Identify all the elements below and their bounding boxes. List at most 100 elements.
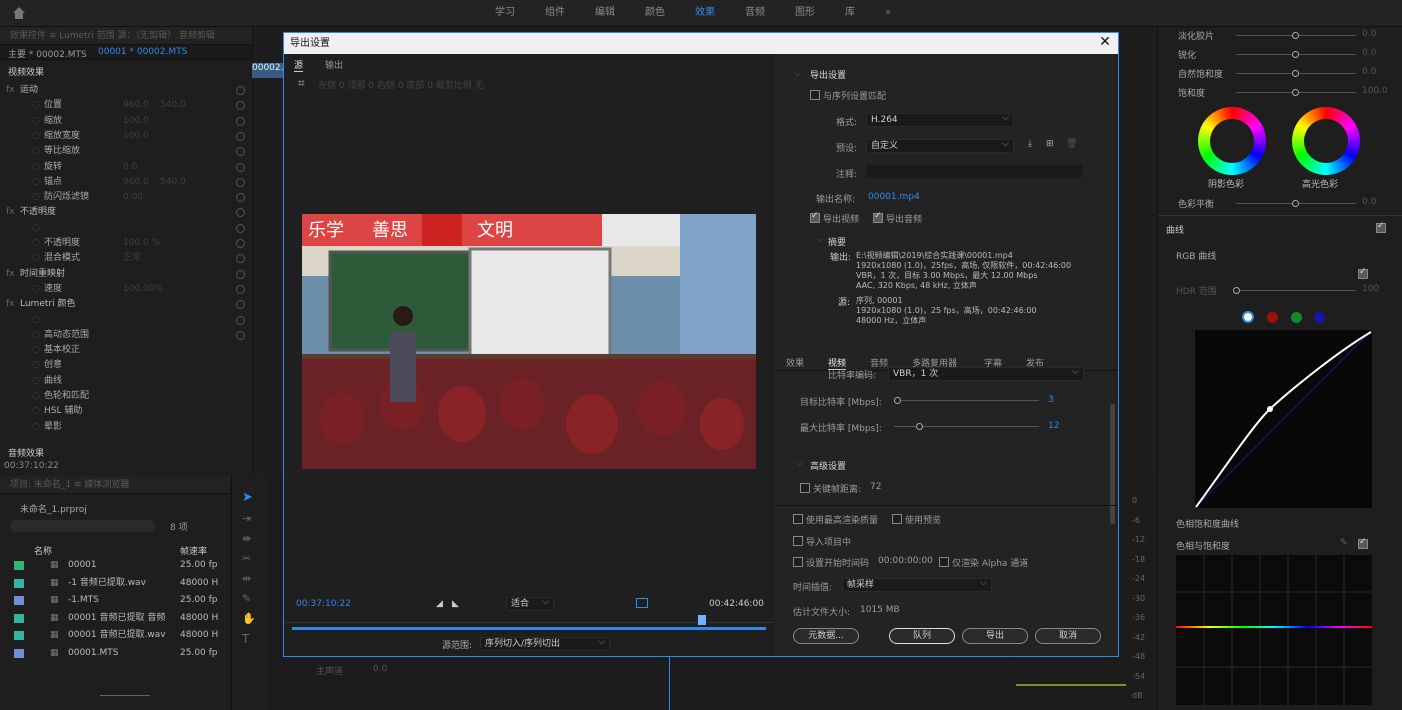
- export-audio-checkbox[interactable]: [873, 211, 883, 223]
- stopwatch-icon[interactable]: ◌: [32, 190, 40, 205]
- crop-icon[interactable]: ⌗: [298, 76, 305, 91]
- slider-knob[interactable]: [1292, 89, 1299, 96]
- workspace-tab[interactable]: 音频: [730, 0, 780, 27]
- reset-icon[interactable]: [236, 193, 245, 203]
- stopwatch-icon[interactable]: ◌: [32, 114, 40, 129]
- project-item[interactable]: ▦ -1 音频已提取.wav 48000 H: [0, 576, 230, 591]
- reset-icon[interactable]: [236, 269, 245, 279]
- selection-tool-icon[interactable]: ➤: [242, 490, 256, 505]
- effect-row[interactable]: ◌ 晕影: [0, 420, 250, 435]
- clip-bar[interactable]: 00002.M: [252, 63, 291, 78]
- effect-row[interactable]: ◌ 高动态范围: [0, 328, 250, 343]
- slider-knob[interactable]: [1292, 70, 1299, 77]
- col-name-header[interactable]: 名称: [34, 544, 52, 557]
- effect-row[interactable]: ◌ 缩放宽度 100.0: [0, 129, 250, 144]
- advanced-chevron-icon[interactable]: ⌵: [796, 459, 803, 469]
- in-timecode[interactable]: 00:37:10:22: [296, 599, 351, 609]
- effect-row[interactable]: ◌ 防闪烁滤镜 0.00: [0, 190, 250, 205]
- effect-row[interactable]: ◌ 速度 100.00%: [0, 282, 250, 297]
- effect-row[interactable]: ◌ 不透明度 100.0 %: [0, 236, 250, 251]
- reset-icon[interactable]: [236, 131, 245, 141]
- effect-row[interactable]: ◌ 缩放 100.0: [0, 114, 250, 129]
- ripple-edit-icon[interactable]: ⇼: [242, 532, 251, 545]
- reset-icon[interactable]: [236, 116, 245, 126]
- shadow-tint-wheel[interactable]: [1198, 107, 1266, 175]
- red-channel-dot[interactable]: [1267, 312, 1278, 323]
- effect-row[interactable]: ◌: [0, 313, 250, 328]
- col-rate-header[interactable]: 帧速率: [180, 544, 207, 557]
- reset-icon[interactable]: [236, 300, 245, 310]
- safe-margins-icon[interactable]: [636, 598, 648, 608]
- effect-row[interactable]: ◌ 位置 960.0 540.0: [0, 98, 250, 113]
- home-icon[interactable]: [12, 6, 26, 20]
- effect-row[interactable]: ◌ 曲线: [0, 374, 250, 389]
- highlight-tint-wheel[interactable]: [1292, 107, 1360, 175]
- reset-icon[interactable]: [236, 147, 245, 157]
- match-sequence-checkbox[interactable]: [810, 90, 820, 100]
- more-workspaces-icon[interactable]: »: [870, 0, 906, 27]
- stopwatch-icon[interactable]: ◌: [32, 98, 40, 113]
- workspace-tab[interactable]: 效果: [680, 0, 730, 27]
- razor-icon[interactable]: ✂: [242, 552, 251, 565]
- reset-icon[interactable]: [236, 162, 245, 172]
- source-range-bar[interactable]: [292, 627, 766, 630]
- project-search-input[interactable]: [10, 520, 155, 532]
- workspace-tab[interactable]: 编辑: [580, 0, 630, 27]
- summary-chevron-icon[interactable]: ⌵: [816, 235, 823, 245]
- format-dropdown[interactable]: H.264: [866, 112, 1014, 127]
- effect-value[interactable]: 960.0: [123, 175, 149, 190]
- track-select-icon[interactable]: ⇥: [242, 512, 251, 525]
- green-channel-dot[interactable]: [1291, 312, 1302, 323]
- lumetri-slider[interactable]: [1236, 89, 1356, 96]
- reset-icon[interactable]: [236, 101, 245, 111]
- blue-channel-dot[interactable]: [1314, 312, 1325, 323]
- sequence-clip-label[interactable]: 00001 * 00002.MTS: [98, 47, 187, 57]
- hand-icon[interactable]: ✋: [242, 612, 256, 625]
- tab-source[interactable]: 源: [294, 58, 304, 72]
- hdr-checkbox[interactable]: [1358, 267, 1368, 279]
- effect-value[interactable]: 100.00%: [123, 282, 163, 297]
- workspace-tab[interactable]: 颜色: [630, 0, 680, 27]
- delete-preset-icon[interactable]: 🗑: [1066, 139, 1077, 149]
- workspace-tab[interactable]: 学习: [480, 0, 530, 27]
- reset-icon[interactable]: [236, 177, 245, 187]
- slip-icon[interactable]: ⇹: [242, 572, 251, 585]
- project-item[interactable]: ▦ 00001 音频已提取 音频 48000 H: [0, 611, 230, 626]
- project-item[interactable]: ▦ -1.MTS 25.00 fp: [0, 593, 230, 608]
- reset-icon[interactable]: [236, 223, 245, 233]
- bitrate-encoding-dropdown[interactable]: VBR，1 次: [888, 366, 1084, 381]
- hue-sat-checkbox[interactable]: [1358, 537, 1368, 549]
- set-start-tc-checkbox[interactable]: [793, 557, 803, 567]
- curves-enable-checkbox[interactable]: [1376, 221, 1386, 233]
- reset-icon[interactable]: [236, 254, 245, 264]
- hdr-range-slider[interactable]: [1233, 287, 1356, 294]
- effect-value-2[interactable]: 540.0: [160, 98, 186, 113]
- stopwatch-icon[interactable]: ◌: [32, 236, 40, 251]
- type-tool-icon[interactable]: T: [242, 632, 249, 646]
- stopwatch-icon[interactable]: ◌: [32, 144, 40, 159]
- effect-value[interactable]: 0.0: [123, 160, 137, 175]
- lumetri-slider[interactable]: [1236, 32, 1356, 39]
- project-item[interactable]: ▦ 00001 音频已提取.wav 48000 H: [0, 628, 230, 643]
- import-preset-icon[interactable]: ⊞: [1046, 139, 1054, 149]
- stopwatch-icon[interactable]: ◌: [32, 328, 40, 343]
- effect-value[interactable]: 960.0: [123, 98, 149, 113]
- mark-out-icon[interactable]: ◣: [452, 599, 459, 609]
- lumetri-slider[interactable]: [1236, 51, 1356, 58]
- target-bitrate-slider[interactable]: [894, 397, 1039, 404]
- reset-icon[interactable]: [236, 239, 245, 248]
- color-balance-slider[interactable]: [1236, 200, 1356, 207]
- time-interpolation-dropdown[interactable]: 帧采样: [842, 577, 992, 592]
- output-name-link[interactable]: 00001.mp4: [868, 192, 920, 202]
- stopwatch-icon[interactable]: ◌: [32, 160, 40, 175]
- effect-row[interactable]: fx 时间重映射: [0, 267, 250, 282]
- keyframe-checkbox[interactable]: [800, 483, 810, 493]
- stopwatch-icon[interactable]: ◌: [32, 251, 40, 266]
- effect-row[interactable]: ◌ 创意: [0, 358, 250, 373]
- effect-row[interactable]: fx Lumetri 颜色: [0, 297, 250, 312]
- stopwatch-icon[interactable]: ◌: [32, 343, 40, 358]
- project-tabs[interactable]: 项目: 未命名_1 ≡ 媒体浏览器: [0, 476, 230, 494]
- stopwatch-icon[interactable]: ◌: [32, 175, 40, 190]
- reset-icon[interactable]: [236, 315, 245, 325]
- stopwatch-icon[interactable]: ◌: [32, 404, 40, 419]
